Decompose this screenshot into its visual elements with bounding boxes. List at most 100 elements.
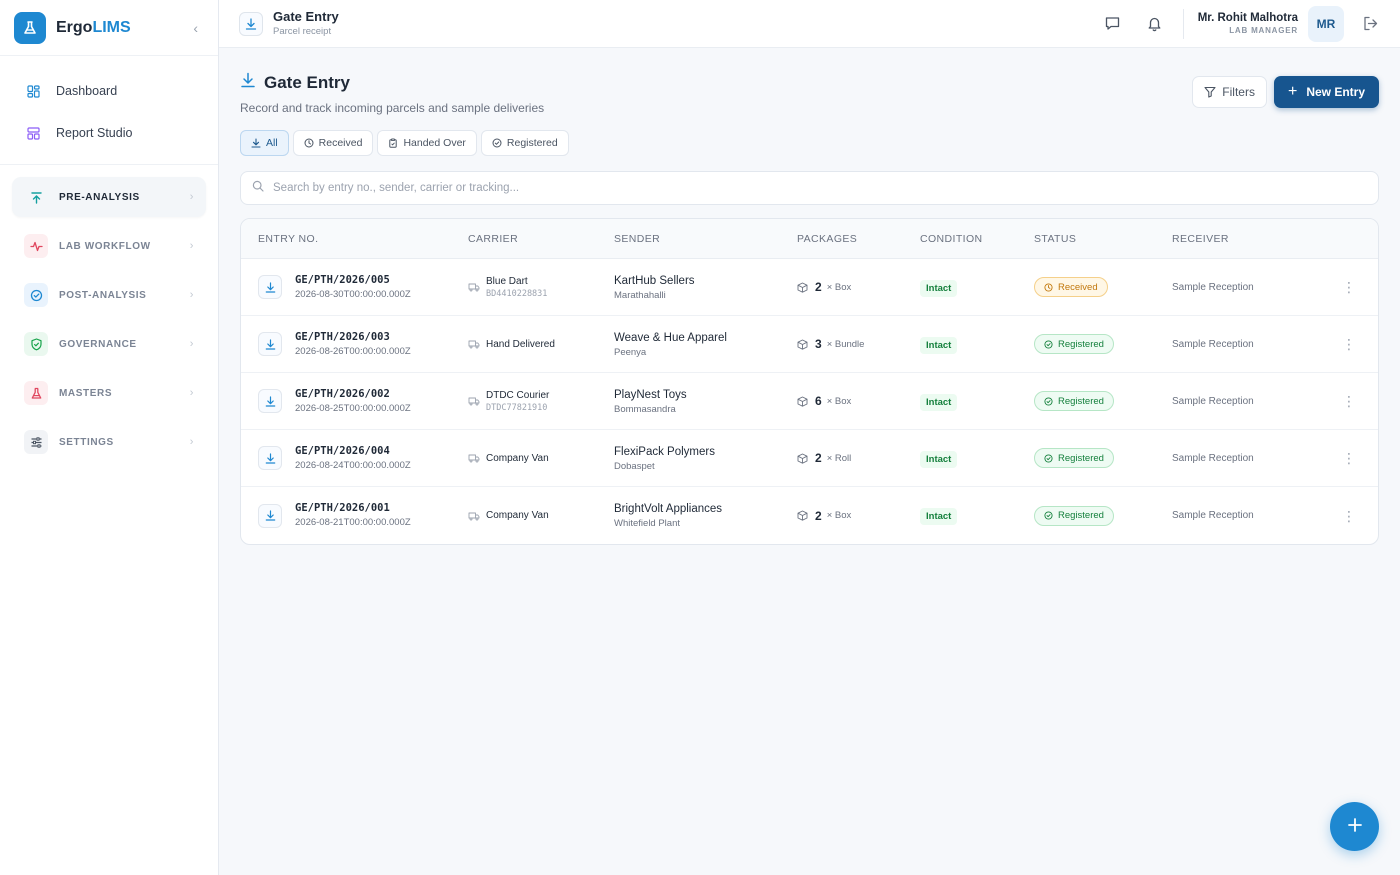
topbar-title: Gate Entry: [273, 9, 339, 24]
status-label: Registered: [1058, 338, 1104, 350]
entry-number[interactable]: GE/PTH/2026/002: [295, 387, 411, 402]
sidebar-section-governance[interactable]: GOVERNANCE ›: [12, 324, 206, 364]
receiver-cell: Sample Reception ⋮: [1172, 394, 1378, 408]
column-header-carrier[interactable]: CARRIER: [468, 233, 614, 245]
sidebar-section-lab-workflow[interactable]: LAB WORKFLOW ›: [12, 226, 206, 266]
search-bar: [240, 171, 1379, 205]
flask-icon: [24, 381, 48, 405]
entry-date: 2026-08-21T00:00:00.000Z: [295, 517, 411, 528]
filters-button[interactable]: Filters: [1192, 76, 1267, 108]
check-circle-icon: [1044, 453, 1053, 463]
topbar-subtitle: Parcel receipt: [273, 26, 332, 37]
sidebar-item-dashboard[interactable]: Dashboard: [14, 70, 204, 112]
table-row[interactable]: GE/PTH/2026/002 2026-08-25T00:00:00.000Z …: [241, 373, 1378, 430]
entry-number[interactable]: GE/PTH/2026/003: [295, 330, 411, 345]
status-tabs: All Received Handed Over Registered: [240, 130, 1379, 156]
topbar-titles: Gate Entry Parcel receipt: [273, 9, 339, 38]
table-row[interactable]: GE/PTH/2026/003 2026-08-26T00:00:00.000Z …: [241, 316, 1378, 373]
table-row[interactable]: GE/PTH/2026/004 2026-08-24T00:00:00.000Z …: [241, 430, 1378, 487]
column-header-condition[interactable]: CONDITION: [920, 233, 1034, 245]
sidebar-section-pre-analysis[interactable]: PRE-ANALYSIS ›: [12, 177, 206, 217]
floating-add-button[interactable]: [1330, 802, 1379, 851]
download-icon: [258, 389, 282, 413]
entry-number[interactable]: GE/PTH/2026/001: [295, 501, 411, 516]
status-label: Registered: [1058, 395, 1104, 407]
sender-cell: BrightVolt Appliances Whitefield Plant: [614, 501, 797, 530]
table-row[interactable]: GE/PTH/2026/001 2026-08-21T00:00:00.000Z …: [241, 487, 1378, 544]
truck-icon: [468, 282, 480, 292]
upload-arrow-icon: [24, 185, 48, 209]
sidebar-item-label: Dashboard: [56, 84, 118, 98]
package-unit: × Bundle: [826, 338, 865, 350]
more-options-icon[interactable]: ⋮: [1342, 394, 1356, 408]
sidebar-item-label: Report Studio: [56, 126, 133, 140]
tab-received[interactable]: Received: [292, 130, 374, 156]
packages-cell: 6 × Box: [797, 394, 920, 408]
entry-date: 2026-08-26T00:00:00.000Z: [295, 345, 411, 357]
more-options-icon[interactable]: ⋮: [1342, 451, 1356, 465]
tab-label: All: [266, 137, 278, 149]
status-badge: Registered: [1034, 334, 1114, 354]
tab-handed-over[interactable]: Handed Over: [377, 130, 477, 156]
search-icon: [252, 179, 264, 197]
column-header-packages[interactable]: PACKAGES: [797, 233, 920, 245]
sidebar-section-settings[interactable]: SETTINGS ›: [12, 422, 206, 462]
new-entry-button[interactable]: + New Entry: [1273, 76, 1379, 108]
sidebar-item-report-studio[interactable]: Report Studio: [14, 112, 204, 154]
status-badge: Registered: [1034, 505, 1114, 526]
package-count: 2: [815, 280, 822, 294]
sidebar-section-label: PRE-ANALYSIS: [59, 191, 140, 203]
package-count: 2: [815, 508, 822, 523]
more-options-icon[interactable]: ⋮: [1342, 280, 1356, 294]
truck-icon: [468, 453, 480, 463]
carrier-cell: Company Van: [468, 452, 614, 465]
entry-number[interactable]: GE/PTH/2026/004: [295, 444, 411, 459]
more-options-icon[interactable]: ⋮: [1342, 509, 1356, 523]
search-input[interactable]: [273, 182, 1367, 194]
user-info: Mr. Rohit Malhotra LAB MANAGER: [1198, 11, 1298, 37]
package-count: 6: [815, 394, 822, 408]
carrier-cell: Blue Dart BD4410228831: [468, 275, 614, 300]
column-header-status[interactable]: STATUS: [1034, 233, 1172, 245]
check-circle-icon: [1044, 396, 1053, 406]
status-badge: Registered: [1034, 391, 1114, 411]
sidebar-section-label: POST-ANALYSIS: [59, 289, 147, 301]
sidebar-section-masters[interactable]: MASTERS ›: [12, 373, 206, 413]
tab-all[interactable]: All: [240, 130, 289, 156]
shield-check-icon: [24, 332, 48, 356]
more-options-icon[interactable]: ⋮: [1342, 337, 1356, 351]
activity-icon: [24, 234, 48, 258]
check-circle-icon: [1044, 511, 1053, 520]
carrier-name: Blue Dart: [486, 275, 528, 287]
check-circle-icon: [492, 138, 502, 148]
bell-icon[interactable]: [1143, 12, 1167, 36]
topbar: Gate Entry Parcel receipt Mr. Rohit Malh…: [219, 0, 1400, 48]
package-unit: × Box: [826, 510, 852, 521]
logout-icon[interactable]: [1360, 14, 1380, 34]
column-header-receiver[interactable]: RECEIVER: [1172, 233, 1378, 245]
sidebar-section-post-analysis[interactable]: POST-ANALYSIS ›: [12, 275, 206, 315]
download-icon: [258, 446, 282, 470]
avatar[interactable]: MR: [1308, 5, 1344, 42]
chevron-right-icon: ›: [189, 191, 194, 203]
entry-date: 2026-08-24T00:00:00.000Z: [295, 459, 411, 471]
clipboard-icon: [388, 138, 398, 148]
table-row[interactable]: GE/PTH/2026/005 2026-08-30T00:00:00.000Z …: [241, 259, 1378, 316]
tab-registered[interactable]: Registered: [480, 130, 569, 156]
clock-icon: [304, 138, 314, 148]
entry-number[interactable]: GE/PTH/2026/005: [295, 273, 411, 288]
messages-icon[interactable]: [1101, 12, 1125, 36]
carrier-cell: Hand Delivered: [468, 338, 614, 351]
sender-name: PlayNest Toys: [614, 388, 687, 401]
topbar-divider: [1182, 8, 1184, 39]
check-circle-icon: [1044, 339, 1053, 349]
collapse-sidebar-chevron-icon[interactable]: ‹: [193, 20, 198, 36]
column-header-entry-no[interactable]: ENTRY NO.: [241, 233, 468, 245]
plus-icon: [1347, 817, 1363, 836]
status-cell: Registered: [1034, 391, 1172, 411]
sender-location: Peenya: [614, 346, 647, 358]
packages-cell: 3 × Bundle: [797, 337, 920, 351]
receiver-name: Sample Reception: [1172, 338, 1254, 350]
condition-badge: Intact: [920, 336, 958, 354]
column-header-sender[interactable]: SENDER: [614, 233, 797, 245]
